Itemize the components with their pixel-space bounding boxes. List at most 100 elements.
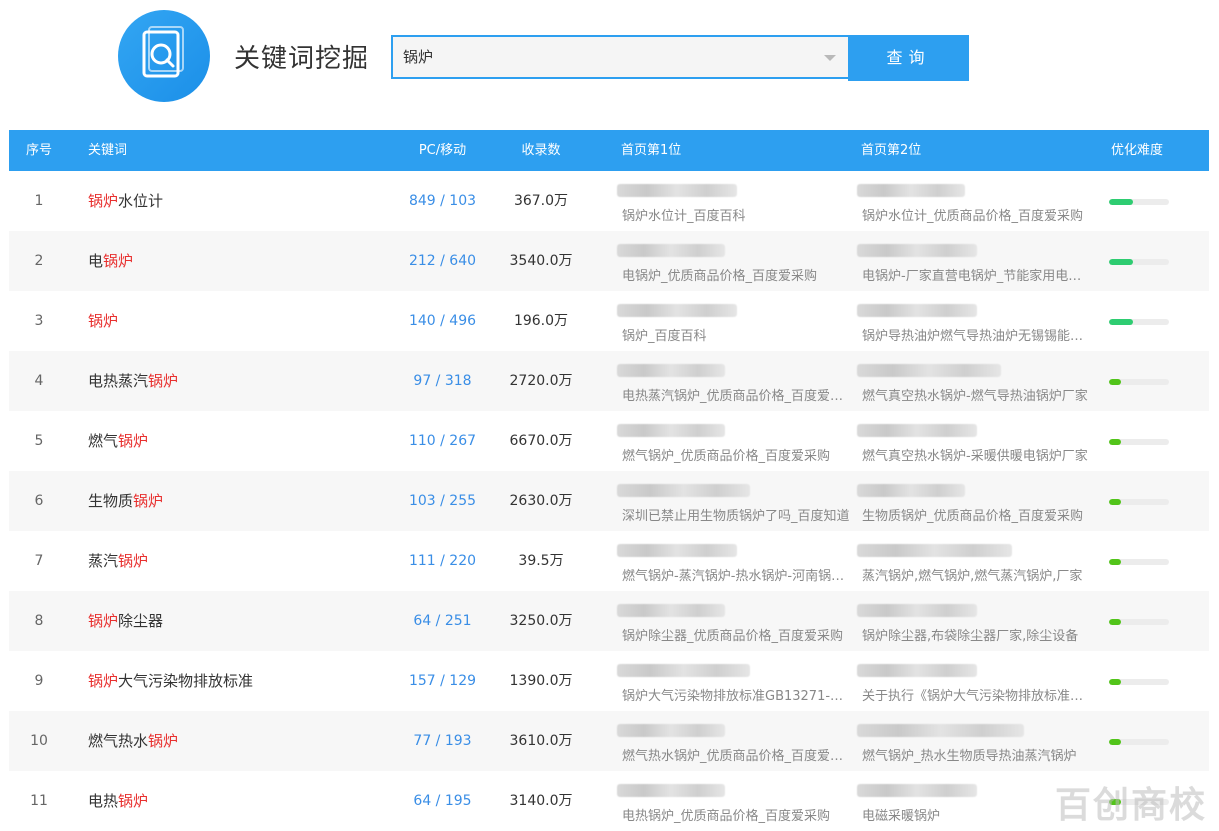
rank2-result[interactable]: 蒸汽锅炉,燃气锅炉,燃气蒸汽锅炉,厂家: [857, 531, 1087, 591]
rank2-snippet: 锅炉除尘器,布袋除尘器厂家,除尘设备: [862, 629, 1079, 644]
rank1-snippet: 燃气锅炉_优质商品价格_百度爱采购: [622, 449, 831, 464]
rank1-snippet: 锅炉水位计_百度百科: [622, 209, 746, 224]
blurred-url: [857, 604, 977, 617]
difficulty-meter: [1109, 291, 1189, 351]
rank1-result[interactable]: 电热蒸汽锅炉_优质商品价格_百度爱采购: [617, 351, 850, 411]
difficulty-track: [1109, 739, 1169, 745]
difficulty-meter: [1109, 351, 1189, 411]
header-pc-mobile: PC/移动: [418, 143, 467, 158]
keyword-link[interactable]: 电热蒸汽锅炉: [88, 351, 178, 411]
keyword-link[interactable]: 锅炉除尘器: [88, 591, 163, 651]
blurred-url: [617, 724, 725, 737]
keyword-link[interactable]: 蒸汽锅炉: [88, 531, 148, 591]
rank2-result[interactable]: 电锅炉-厂家直营电锅炉_节能家用电锅炉: [857, 231, 1090, 291]
rank1-result[interactable]: 锅炉除尘器_优质商品价格_百度爱采购: [617, 591, 847, 651]
chevron-down-icon[interactable]: [824, 55, 836, 61]
blurred-url: [857, 244, 977, 257]
rank1-result[interactable]: 锅炉水位计_百度百科: [617, 171, 847, 231]
difficulty-fill: [1109, 439, 1121, 445]
indexed-count: 2720.0万: [509, 373, 573, 389]
difficulty-fill: [1109, 559, 1121, 565]
keyword-prefix: 燃气: [88, 432, 119, 450]
rank2-result[interactable]: 电磁采暖锅炉: [857, 771, 1087, 831]
difficulty-track: [1109, 259, 1169, 265]
rank2-result[interactable]: 锅炉除尘器,布袋除尘器厂家,除尘设备: [857, 591, 1087, 651]
rank2-result[interactable]: 燃气锅炉_热水生物质导热油蒸汽锅炉: [857, 711, 1087, 771]
difficulty-meter: [1109, 471, 1189, 531]
pc-mobile-value[interactable]: 140 / 496: [389, 291, 496, 351]
keyword-link[interactable]: 电锅炉: [88, 231, 133, 291]
rank1-result[interactable]: 燃气锅炉_优质商品价格_百度爱采购: [617, 411, 847, 471]
rank1-result[interactable]: 燃气锅炉-蒸汽锅炉-热水锅炉-河南锅炉厂: [617, 531, 850, 591]
keyword-link[interactable]: 锅炉大气污染物排放标准: [88, 651, 253, 711]
pc-mobile-value[interactable]: 157 / 129: [389, 651, 496, 711]
blurred-url: [857, 544, 1012, 557]
row-index: 10: [30, 733, 48, 749]
query-button[interactable]: 查询: [848, 35, 969, 81]
keyword-highlight: 锅炉: [118, 432, 149, 450]
blurred-url: [617, 784, 725, 797]
keyword-highlight: 锅炉: [88, 612, 119, 630]
search-input[interactable]: [403, 37, 803, 77]
table-row: 2 电锅炉 212 / 640 3540.0万 电锅炉_优质商品价格_百度爱采购 电锅炉-…: [9, 231, 1209, 291]
table-row: 8 锅炉除尘器 64 / 251 3250.0万 锅炉除尘器_优质商品价格_百度爱采购 锅…: [9, 591, 1209, 651]
pc-mobile-value[interactable]: 849 / 103: [389, 171, 496, 231]
difficulty-meter: [1109, 411, 1189, 471]
header-index: 序号: [25, 143, 52, 158]
rank1-result[interactable]: 锅炉_百度百科: [617, 291, 847, 351]
rank1-snippet: 电热锅炉_优质商品价格_百度爱采购: [622, 809, 831, 824]
blurred-url: [617, 244, 725, 257]
rank1-result[interactable]: 锅炉大气污染物排放标准GB13271-2014: [617, 651, 850, 711]
row-index: 6: [34, 493, 44, 509]
rank2-result[interactable]: 生物质锅炉_优质商品价格_百度爱采购: [857, 471, 1087, 531]
keyword-link[interactable]: 锅炉水位计: [88, 171, 163, 231]
table-row: 7 蒸汽锅炉 111 / 220 39.5万 燃气锅炉-蒸汽锅炉-热水锅炉-河南锅炉厂蒸…: [9, 531, 1209, 591]
pc-mobile-value[interactable]: 64 / 251: [389, 591, 496, 651]
difficulty-fill: [1109, 379, 1121, 385]
pc-mobile-value[interactable]: 110 / 267: [389, 411, 496, 471]
pc-mobile-value[interactable]: 111 / 220: [389, 531, 496, 591]
blurred-url: [617, 424, 725, 437]
keyword-link[interactable]: 燃气热水锅炉: [88, 711, 178, 771]
difficulty-fill: [1109, 679, 1121, 685]
keyword-link[interactable]: 燃气锅炉: [88, 411, 148, 471]
pc-mobile-value[interactable]: 77 / 193: [389, 711, 496, 771]
rank2-result[interactable]: 燃气真空热水锅炉-燃气导热油锅炉厂家: [857, 351, 1088, 411]
table-row: 3 锅炉 140 / 496 196.0万 锅炉_百度百科 锅炉导热油炉燃气导热油炉无锡锡…: [9, 291, 1209, 351]
keyword-suffix: 除尘器: [118, 612, 164, 630]
blurred-url: [857, 724, 1024, 737]
page-title: 关键词挖掘: [234, 44, 370, 74]
rank1-result[interactable]: 燃气热水锅炉_优质商品价格_百度爱采购: [617, 711, 850, 771]
search-box[interactable]: [391, 35, 848, 79]
row-index: 1: [34, 193, 44, 209]
rank1-snippet: 锅炉大气污染物排放标准GB13271-2014: [622, 689, 850, 704]
blurred-url: [857, 484, 965, 497]
pc-mobile-value[interactable]: 212 / 640: [389, 231, 496, 291]
pc-mobile-value[interactable]: 103 / 255: [389, 471, 496, 531]
rank2-result[interactable]: 关于执行《锅炉大气污染物排放标准》的通知: [857, 651, 1090, 711]
rank2-result[interactable]: 锅炉水位计_优质商品价格_百度爱采购: [857, 171, 1087, 231]
keyword-prefix: 生物质: [88, 492, 134, 510]
keyword-highlight: 锅炉: [88, 672, 119, 690]
keyword-highlight: 锅炉: [88, 192, 119, 210]
keyword-link[interactable]: 锅炉: [88, 291, 118, 351]
difficulty-track: [1109, 619, 1169, 625]
blurred-url: [857, 364, 1001, 377]
indexed-count: 196.0万: [513, 313, 569, 329]
indexed-count: 367.0万: [513, 193, 569, 209]
difficulty-track: [1109, 199, 1169, 205]
keyword-highlight: 锅炉: [118, 792, 149, 810]
difficulty-meter: [1109, 231, 1189, 291]
rank1-result[interactable]: 电锅炉_优质商品价格_百度爱采购: [617, 231, 847, 291]
pc-mobile-value[interactable]: 64 / 195: [389, 771, 496, 831]
rank2-snippet: 锅炉水位计_优质商品价格_百度爱采购: [862, 209, 1084, 224]
keyword-link[interactable]: 电热锅炉: [88, 771, 148, 831]
pc-mobile-value[interactable]: 97 / 318: [389, 351, 496, 411]
row-index: 11: [30, 793, 48, 809]
rank2-result[interactable]: 燃气真空热水锅炉-采暖供暖电锅炉厂家: [857, 411, 1088, 471]
rank1-result[interactable]: 电热锅炉_优质商品价格_百度爱采购: [617, 771, 847, 831]
rank1-result[interactable]: 深圳已禁止用生物质锅炉了吗_百度知道: [617, 471, 850, 531]
rank2-result[interactable]: 锅炉导热油炉燃气导热油炉无锡锡能锅炉: [857, 291, 1090, 351]
difficulty-track: [1109, 439, 1169, 445]
keyword-link[interactable]: 生物质锅炉: [88, 471, 163, 531]
